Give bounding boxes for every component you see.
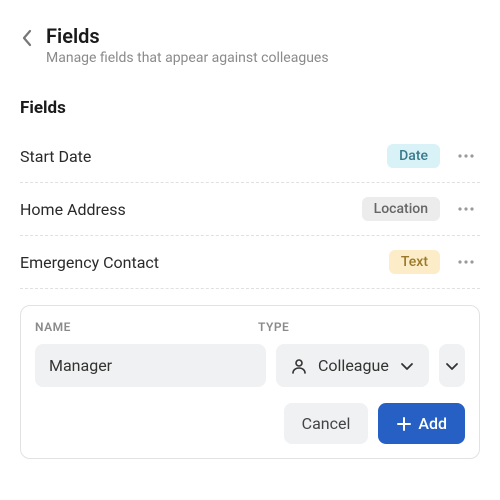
field-row: Start Date Date	[20, 130, 480, 183]
field-type-badge: Text	[389, 250, 440, 274]
page-title: Fields	[46, 24, 480, 48]
person-icon	[290, 357, 308, 375]
add-button-label: Add	[418, 414, 447, 433]
cancel-button[interactable]: Cancel	[284, 403, 369, 444]
more-horizontal-icon	[456, 199, 476, 219]
fields-list: Start Date Date Home Address Location Em…	[20, 130, 480, 289]
chevron-down-icon	[399, 358, 415, 374]
add-button[interactable]: Add	[378, 403, 465, 444]
field-type-badge: Date	[387, 144, 440, 168]
more-horizontal-icon	[456, 146, 476, 166]
field-more-button[interactable]	[452, 142, 480, 170]
type-select-label: Colleague	[318, 356, 389, 375]
field-type-badge: Location	[362, 197, 440, 221]
field-more-button[interactable]	[452, 248, 480, 276]
back-button[interactable]	[20, 24, 34, 52]
column-header-name: NAME	[35, 320, 242, 334]
plus-icon	[396, 416, 412, 432]
name-input[interactable]	[35, 344, 266, 387]
column-header-type: TYPE	[258, 320, 465, 334]
field-label: Home Address	[20, 200, 362, 219]
section-title: Fields	[20, 98, 480, 118]
add-field-card: NAME TYPE Colleague Cancel Add	[20, 305, 480, 459]
type-select[interactable]: Colleague	[276, 344, 429, 387]
field-row: Home Address Location	[20, 183, 480, 236]
page-subtitle: Manage fields that appear against collea…	[46, 50, 480, 66]
chevron-left-icon	[20, 28, 34, 48]
field-more-button[interactable]	[452, 195, 480, 223]
more-horizontal-icon	[456, 252, 476, 272]
field-row: Emergency Contact Text	[20, 236, 480, 289]
field-label: Emergency Contact	[20, 253, 389, 272]
field-label: Start Date	[20, 147, 387, 166]
extra-select[interactable]	[439, 344, 465, 387]
chevron-down-icon	[444, 358, 460, 374]
